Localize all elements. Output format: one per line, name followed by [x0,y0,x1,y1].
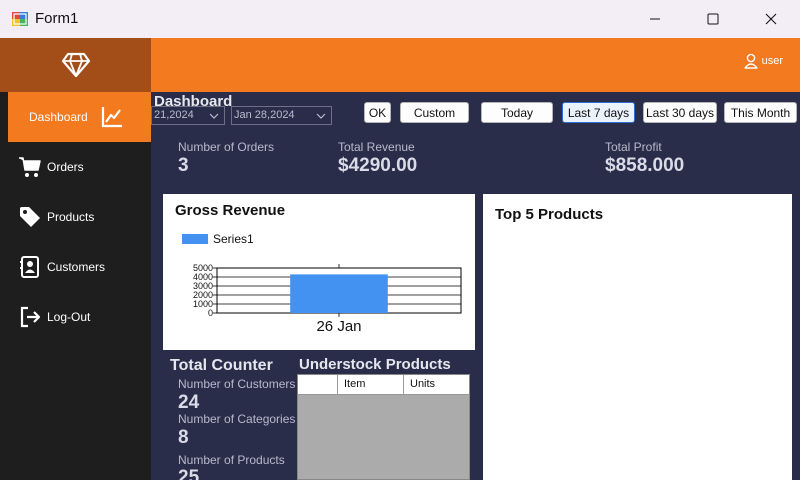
products-count-value: 25 [178,467,200,480]
profit-value: $858.000 [605,155,685,176]
sidebar: Dashboard Orders Products Customers Log-… [0,38,151,480]
gross-revenue-chart: Series1 010002000300040005000 26 Jan [182,232,462,335]
sidebar-item-label: Dashboard [29,110,88,124]
y-tick-label: 0 [208,308,213,318]
sidebar-item-label: Customers [47,260,106,274]
sidebar-item-products[interactable]: Products [0,192,151,242]
sidebar-item-label: Products [47,210,95,224]
app-icon [12,12,28,26]
total-counter-title: Total Counter [170,357,273,374]
user-name: user [761,55,783,67]
sidebar-item-customers[interactable]: Customers [0,242,151,292]
sidebar-item-label: Orders [47,160,84,174]
y-tick-label: 4000 [193,272,213,282]
minimize-button[interactable] [626,0,684,38]
column-header-item[interactable]: Item [338,375,404,394]
start-date-value: 21,2024 [154,109,194,121]
grid-row-header-cell [298,375,338,394]
bar [290,274,388,313]
close-button[interactable] [742,0,800,38]
window-titlebar: Form1 [0,0,800,38]
y-tick-label: 1000 [193,299,213,309]
understock-title: Understock Products [299,356,451,373]
products-count-label: Number of Products [178,453,285,467]
customers-count-label: Number of Customers [178,377,296,391]
chevron-down-icon [313,107,329,124]
customers-count-value: 24 [178,392,200,413]
orders-label: Number of Orders [178,140,275,154]
understock-grid[interactable]: Item Units [297,374,470,480]
end-date-value: Jan 28,2024 [234,109,295,121]
last-30-days-button[interactable]: Last 30 days [643,102,717,123]
header-bar: user [151,38,800,92]
categories-count-label: Number of Categories [178,412,296,426]
end-date-picker[interactable]: Jan 28,2024 [231,106,332,125]
today-button[interactable]: Today [481,102,553,123]
revenue-label: Total Revenue [338,140,415,154]
column-header-units[interactable]: Units [404,375,469,394]
gross-revenue-card: Gross Revenue Series1 0 1000 2000 3000 4000 50… [163,194,475,350]
logout-icon [20,306,41,328]
revenue-value: $4290.00 [338,155,418,176]
line-chart-icon [101,107,122,128]
last-7-days-button[interactable]: Last 7 days [562,102,635,123]
sidebar-item-label: Log-Out [47,310,91,324]
top-products-card: Top 5 Products [483,194,792,480]
maximize-button[interactable] [684,0,742,38]
tag-icon [20,207,40,227]
orders-value: 3 [178,155,189,176]
user-menu[interactable]: user [743,53,783,69]
diamond-icon [61,52,90,78]
top-products-title: Top 5 Products [495,206,604,223]
maximize-icon [707,13,719,25]
start-date-picker[interactable]: 21,2024 [151,106,225,125]
legend-swatch [182,234,208,244]
close-icon [765,13,777,25]
user-icon [743,53,758,69]
y-tick-label: 3000 [193,281,213,291]
categories-count-value: 8 [178,427,189,448]
sidebar-item-dashboard[interactable]: Dashboard [8,92,151,142]
window-title: Form1 [35,10,79,27]
chevron-down-icon [206,107,222,124]
ok-button[interactable]: OK [364,102,391,123]
dashboard-main: Dashboard 21,2024 Jan 28,2024 OK Custom … [151,92,800,480]
grid-header-row: Item Units [298,375,469,395]
cart-icon [19,157,41,177]
x-tick-label: 26 Jan [316,318,361,335]
profit-label: Total Profit [605,140,662,154]
legend-label: Series1 [213,232,254,246]
contact-card-icon [20,256,39,278]
y-tick-label: 2000 [193,290,213,300]
y-tick-label: 5000 [193,263,213,273]
this-month-button[interactable]: This Month [724,102,797,123]
custom-button[interactable]: Custom [400,102,469,123]
sidebar-item-logout[interactable]: Log-Out [0,292,151,342]
logo-area [0,38,151,92]
sidebar-item-orders[interactable]: Orders [0,142,151,192]
minimize-icon [650,18,660,20]
